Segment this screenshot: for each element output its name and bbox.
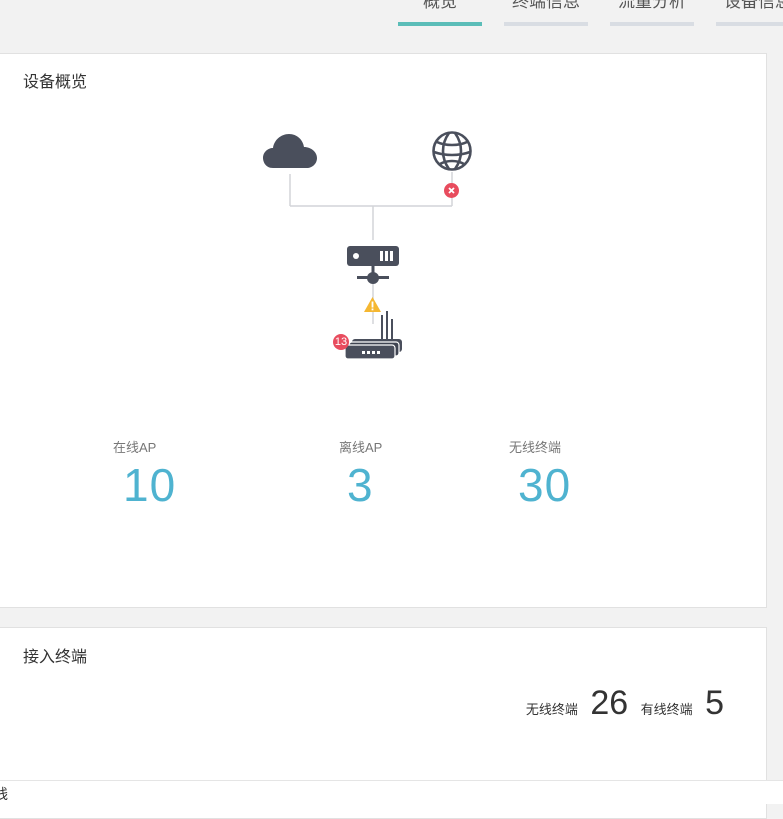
tab-device-info[interactable]: 设备信息	[716, 0, 783, 26]
wireless-clients-count: 26	[590, 684, 629, 722]
tab-client-info[interactable]: 终端信息	[504, 0, 588, 26]
tab-traffic-analysis[interactable]: 流量分析	[610, 0, 694, 26]
cloud-icon	[263, 134, 317, 168]
wireless-clients-label: 无线终端	[525, 702, 578, 717]
bottom-strip-text: 线	[0, 786, 8, 802]
offline-ap-value[interactable]: 3	[347, 458, 374, 512]
online-ap-value[interactable]: 10	[123, 458, 176, 512]
tab-overview-indicator	[398, 22, 482, 26]
online-ap-label: 在线AP	[113, 440, 157, 455]
connected-clients-title: 接入终端	[23, 649, 88, 666]
wired-clients-label: 有线终端	[640, 702, 693, 717]
offline-ap-label: 离线AP	[339, 440, 383, 455]
ap-count-badge: 13	[333, 334, 349, 350]
gateway-icon	[347, 246, 399, 284]
tab-traffic-analysis-indicator	[610, 22, 694, 26]
tab-device-info-label: 设备信息	[724, 0, 783, 11]
tab-overview[interactable]: 概览	[398, 0, 482, 26]
device-overview-panel: 设备概览 13 在线AP 10 离线AP 3 无线终端 30	[0, 53, 767, 608]
tab-client-info-label: 终端信息	[512, 0, 580, 11]
client-summary: 无线终端 26 有线终端 5	[526, 684, 732, 723]
wireless-client-value[interactable]: 30	[518, 458, 571, 512]
wired-clients-count: 5	[705, 684, 724, 722]
tab-device-info-indicator	[716, 22, 783, 26]
tab-overview-label: 概览	[423, 0, 457, 11]
wireless-client-label: 无线终端	[509, 440, 562, 455]
error-icon	[444, 183, 459, 198]
tab-client-info-indicator	[504, 22, 588, 26]
bottom-strip: 线	[0, 780, 783, 804]
tab-bar: 概览 终端信息 流量分析 设备信息	[0, 0, 783, 30]
globe-icon	[432, 131, 472, 171]
tab-traffic-analysis-label: 流量分析	[618, 0, 686, 11]
access-point-icon	[344, 311, 402, 360]
